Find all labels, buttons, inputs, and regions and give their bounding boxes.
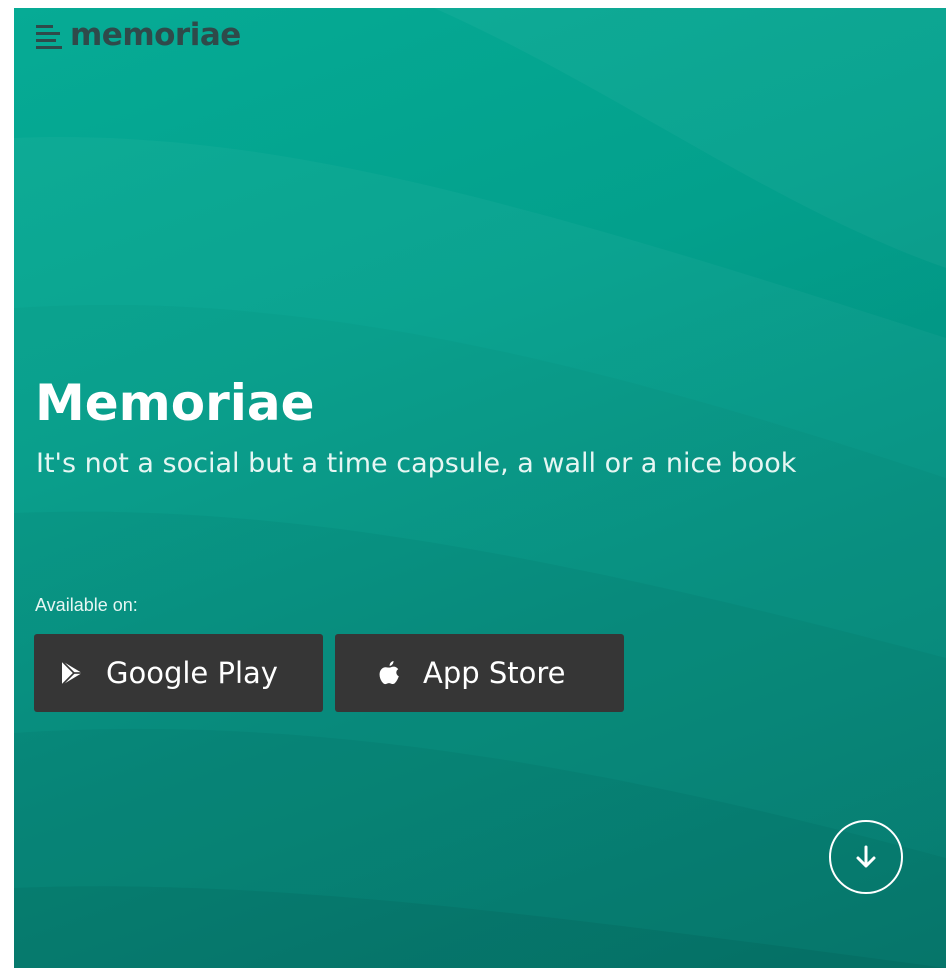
availability-label: Available on: [35, 595, 138, 615]
app-store-label: App Store [423, 656, 566, 690]
menu-lines-icon [36, 24, 62, 49]
google-play-button[interactable]: Google Play [34, 634, 323, 712]
arrow-down-icon [856, 845, 876, 868]
app-store-button[interactable]: App Store [335, 634, 624, 712]
scroll-down-button[interactable] [829, 820, 903, 894]
google-play-icon [61, 660, 82, 686]
hero-section: memoriae Memoriae It's not a social but … [14, 8, 946, 968]
google-play-label: Google Play [106, 656, 278, 690]
page-subtitle: It's not a social but a time capsule, a … [36, 448, 797, 479]
brand-logo[interactable]: memoriae [34, 20, 241, 51]
apple-icon [379, 661, 399, 685]
brand-name: memoriae [70, 17, 241, 53]
page-title: Memoriae [35, 374, 315, 432]
background-waves [14, 8, 946, 968]
